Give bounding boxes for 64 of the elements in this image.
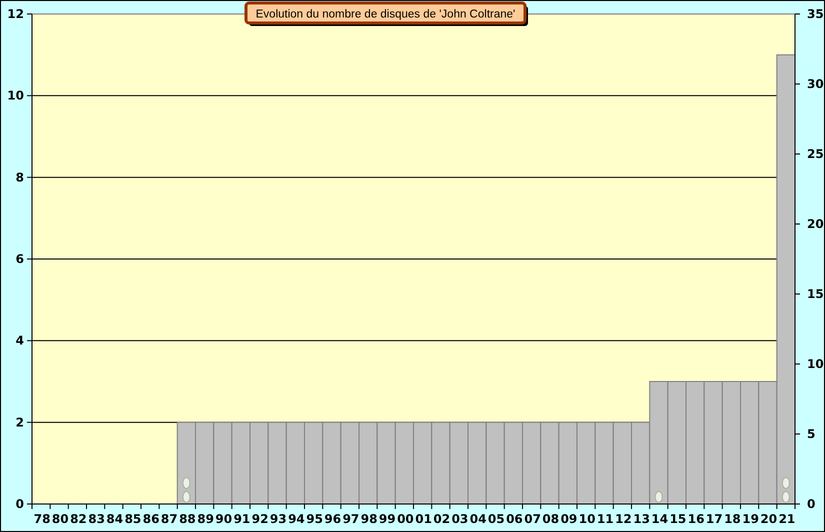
tick-label: 07 bbox=[524, 512, 541, 526]
tick-label: 20 bbox=[760, 512, 778, 526]
tick-label: 92 bbox=[252, 512, 268, 526]
tick-label: 06 bbox=[506, 512, 523, 526]
tick-label: 87 bbox=[160, 512, 178, 526]
disc-icon bbox=[782, 491, 790, 503]
tick-label: 4 bbox=[16, 334, 24, 348]
disc-icon bbox=[654, 491, 663, 503]
tick-label: 21 bbox=[778, 512, 796, 526]
tick-label: 85 bbox=[124, 512, 142, 526]
tick-label: 19 bbox=[742, 512, 759, 526]
tick-label: 82 bbox=[70, 512, 87, 526]
tick-label: 18 bbox=[724, 512, 741, 526]
tick-label: 01 bbox=[415, 512, 432, 526]
disc-icon bbox=[182, 477, 190, 489]
tick-label: 90 bbox=[215, 512, 232, 526]
tick-label: 13 bbox=[633, 512, 650, 526]
tick-label: 25 bbox=[807, 147, 824, 161]
tick-label: 89 bbox=[197, 512, 214, 526]
tick-label: 0 bbox=[807, 497, 816, 511]
tick-label: 86 bbox=[142, 512, 160, 526]
tick-label: 05 bbox=[488, 512, 505, 526]
tick-label: 02 bbox=[433, 512, 450, 526]
tick-label: 2 bbox=[16, 415, 24, 430]
tick-label: 03 bbox=[452, 512, 468, 526]
tick-label: 8 bbox=[16, 170, 24, 184]
tick-label: 17 bbox=[706, 512, 723, 526]
tick-label: 80 bbox=[52, 512, 69, 526]
tick-label: 95 bbox=[306, 512, 323, 526]
tick-label: 04 bbox=[470, 512, 486, 526]
disc-icon bbox=[182, 491, 190, 503]
tick-label: 91 bbox=[234, 512, 250, 526]
tick-label: 00 bbox=[397, 512, 414, 526]
chart-title: Evolution du nombre de disques de 'John Coltrane' bbox=[244, 2, 526, 24]
tick-label: 88 bbox=[179, 512, 196, 526]
tick-label: 0 bbox=[16, 497, 24, 511]
tick-label: 10 bbox=[807, 357, 824, 371]
tick-label: 10 bbox=[578, 512, 596, 526]
tick-label: 09 bbox=[560, 512, 578, 526]
tick-label: 20 bbox=[807, 217, 824, 231]
tick-label: 30 bbox=[807, 77, 824, 91]
tick-label: 16 bbox=[688, 512, 704, 526]
tick-label: 98 bbox=[360, 512, 378, 526]
tick-label: 83 bbox=[88, 512, 105, 526]
tick-label: 5 bbox=[807, 427, 816, 441]
tick-label: 78 bbox=[34, 512, 50, 526]
tick-label: 35 bbox=[807, 7, 824, 21]
tick-label: 99 bbox=[378, 512, 396, 526]
tick-label: 12 bbox=[615, 512, 632, 526]
tick-label: 10 bbox=[7, 88, 24, 103]
disc-icon bbox=[782, 477, 790, 489]
tick-label: 84 bbox=[106, 512, 124, 526]
tick-label: 15 bbox=[807, 287, 824, 301]
tick-label: 12 bbox=[7, 7, 24, 21]
tick-label: 94 bbox=[288, 512, 305, 526]
tick-label: 11 bbox=[596, 512, 614, 526]
tick-label: 08 bbox=[542, 512, 560, 526]
tick-label: 93 bbox=[270, 512, 287, 526]
chart-title: Evolution du nombre de disques de 'John Coltrane' bbox=[256, 8, 516, 20]
tick-label: 6 bbox=[16, 252, 24, 266]
tick-label: 14 bbox=[651, 512, 668, 526]
tick-label: 97 bbox=[342, 512, 360, 526]
tick-label: 96 bbox=[324, 512, 342, 526]
tick-label: 15 bbox=[670, 512, 686, 526]
